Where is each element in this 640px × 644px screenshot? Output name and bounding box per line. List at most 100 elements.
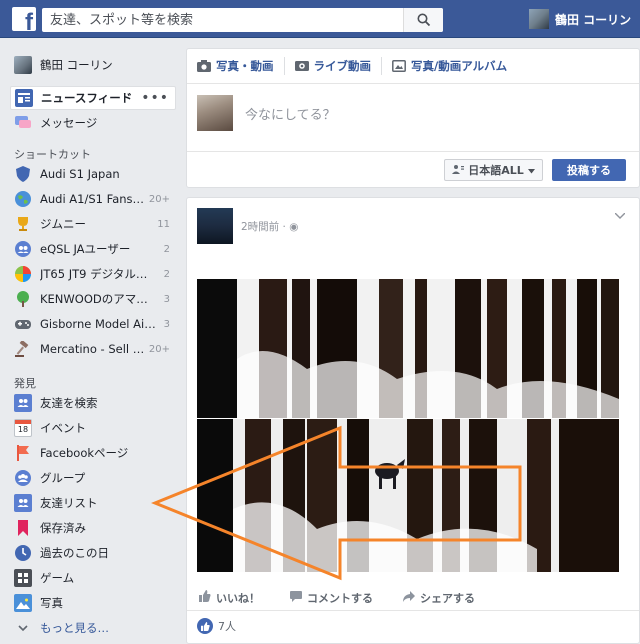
sidebar-item-label: メッセージ — [40, 116, 98, 130]
reaction-summary[interactable]: 7人 — [197, 618, 236, 634]
shield-icon — [14, 165, 32, 183]
sidebar-item-shortcut[interactable]: Gisborne Model Air… 3 — [10, 312, 176, 336]
bookmark-icon — [14, 519, 32, 537]
sidebar-item-label: 友達リスト — [40, 496, 98, 510]
divider — [381, 57, 382, 75]
sidebar-item-label: Audi A1/S1 Fans & … — [40, 192, 145, 206]
facebook-logo-icon[interactable]: f — [12, 7, 36, 31]
sidebar-item-photos[interactable]: 写真 — [10, 591, 176, 615]
share-button[interactable]: シェアする — [403, 590, 475, 606]
notification-count: 2 — [163, 268, 170, 280]
sidebar-item-shortcut[interactable]: KENWOODのアマ… 3 — [10, 287, 176, 311]
sidebar-item-label: 写真 — [40, 596, 63, 610]
sidebar-item-profile[interactable]: 鶴田 コーリン — [10, 53, 176, 77]
sidebar-item-label: Audi S1 Japan — [40, 167, 120, 181]
sidebar-item-memories[interactable]: 過去のこの日 — [10, 541, 176, 565]
sidebar-item-shortcut[interactable]: eQSL JAユーザー 2 — [10, 237, 176, 261]
caret-down-icon — [527, 164, 535, 177]
feed-post: 2時間前 · ◉ いいね！ コメントする シェアする 7人 — [186, 197, 640, 644]
search-button[interactable] — [403, 8, 443, 32]
friends-icon — [452, 164, 465, 177]
tab-photo-video[interactable]: 写真・動画 — [197, 58, 284, 74]
tab-photo-album[interactable]: 写真/動画アルバム — [392, 58, 517, 74]
pie-chart-icon — [14, 265, 32, 283]
sidebar-item-label: ジムニー — [40, 217, 86, 231]
sidebar-item-groups[interactable]: グループ — [10, 466, 176, 490]
sidebar-item-label: もっと見る… — [40, 621, 109, 635]
group-icon — [14, 240, 32, 258]
chevron-down-icon — [14, 619, 32, 637]
post-photo[interactable] — [197, 279, 619, 418]
status-prompt[interactable]: 今なにしてる？ — [245, 104, 336, 123]
action-label: いいね！ — [216, 591, 260, 605]
sidebar-item-label: ニュースフィード — [41, 91, 133, 105]
top-navigation-bar: f 鶴田 コーリン — [0, 0, 640, 38]
sidebar-item-pages[interactable]: Facebookページ — [10, 441, 176, 465]
profile-name: 鶴田 コーリン — [555, 12, 632, 27]
sidebar-item-find-friends[interactable]: 友達を検索 — [10, 391, 176, 415]
post-options-chevron-icon[interactable] — [614, 208, 626, 222]
notification-count: 11 — [157, 218, 170, 230]
video-camera-icon — [294, 60, 309, 72]
sidebar-item-label: Mercatino - Sell an… — [40, 342, 145, 356]
like-reaction-icon — [197, 618, 213, 634]
sidebar-item-games[interactable]: ゲーム — [10, 566, 176, 590]
search-input[interactable] — [42, 8, 402, 32]
messages-icon — [14, 114, 32, 132]
thumbs-up-icon — [199, 590, 211, 605]
camera-icon — [197, 60, 211, 72]
explore-heading: 発見 — [14, 377, 36, 390]
avatar[interactable] — [197, 208, 233, 244]
audience-selector[interactable]: 日本語ALL — [444, 159, 543, 181]
sidebar-item-friend-lists[interactable]: 友達リスト — [10, 491, 176, 515]
sidebar-item-events[interactable]: 18 イベント — [10, 416, 176, 440]
tab-label: 写真・動画 — [216, 59, 274, 73]
like-button[interactable]: いいね！ — [199, 590, 260, 606]
photo-icon — [14, 594, 32, 612]
composer-input-area[interactable]: 今なにしてる？ — [197, 95, 336, 131]
composer-footer: 日本語ALL 投稿する — [187, 151, 639, 188]
sidebar-item-label: Gisborne Model Air… — [40, 317, 160, 331]
sidebar-item-shortcut[interactable]: Audi A1/S1 Fans & … 20+ — [10, 187, 176, 211]
post-composer: 写真・動画 ライブ動画 写真/動画アルバム 今なにしてる？ 日本語ALL 投稿す… — [186, 48, 640, 188]
post-button[interactable]: 投稿する — [552, 159, 626, 181]
sidebar-item-label: グループ — [40, 471, 86, 485]
timestamp-text: 2時間前 · — [241, 220, 286, 233]
shortcuts-heading: ショートカット — [14, 148, 91, 161]
sidebar-item-shortcut[interactable]: ジムニー 11 — [10, 212, 176, 236]
sidebar-item-news-feed[interactable]: ニュースフィード ••• — [10, 86, 176, 110]
groups-icon — [14, 469, 32, 487]
action-label: コメントする — [307, 591, 373, 605]
comment-button[interactable]: コメントする — [290, 590, 373, 606]
sidebar-item-shortcut[interactable]: JT65 JT9 デジタル… 2 — [10, 262, 176, 286]
sidebar-item-shortcut[interactable]: Mercatino - Sell an… 20+ — [10, 337, 176, 361]
sidebar-item-saved[interactable]: 保存済み — [10, 516, 176, 540]
sidebar-item-label: Facebookページ — [40, 446, 129, 460]
sidebar-item-label: 友達を検索 — [40, 396, 98, 410]
post-header: 2時間前 · ◉ — [197, 208, 298, 244]
sidebar-item-label: ゲーム — [40, 571, 75, 585]
post-timestamp[interactable]: 2時間前 · ◉ — [241, 219, 298, 234]
album-icon — [392, 60, 406, 72]
sidebar-item-label: KENWOODのアマ… — [40, 292, 148, 306]
notification-count: 20+ — [148, 343, 170, 355]
sidebar-item-label: 鶴田 コーリン — [40, 58, 113, 72]
search-box — [42, 8, 443, 32]
trophy-icon — [14, 215, 32, 233]
tab-live-video[interactable]: ライブ動画 — [294, 58, 382, 74]
sidebar-item-messages[interactable]: メッセージ — [10, 111, 176, 135]
flag-icon — [14, 444, 32, 462]
profile-link[interactable]: 鶴田 コーリン — [529, 9, 631, 29]
more-options-icon[interactable]: ••• — [141, 90, 169, 106]
sidebar-item-label: 保存済み — [40, 521, 86, 535]
post-photo[interactable] — [197, 419, 619, 572]
gamepad-icon — [14, 315, 32, 333]
action-label: シェアする — [420, 591, 475, 605]
globe-icon — [14, 190, 32, 208]
tree-icon — [14, 290, 32, 308]
composer-tabs: 写真・動画 ライブ動画 写真/動画アルバム — [187, 49, 639, 83]
notification-count: 20+ — [148, 193, 170, 205]
sidebar-see-more[interactable]: もっと見る… — [10, 616, 176, 640]
sidebar-item-shortcut[interactable]: Audi S1 Japan — [10, 162, 176, 186]
sidebar-item-label: eQSL JAユーザー — [40, 242, 131, 256]
